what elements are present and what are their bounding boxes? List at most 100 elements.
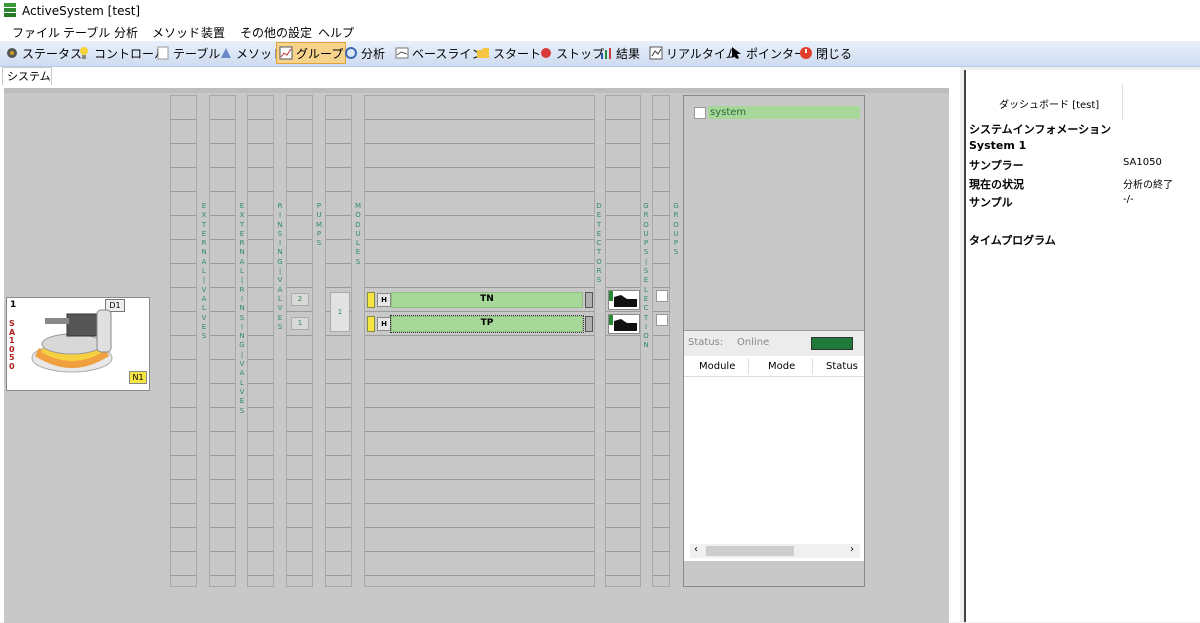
module-tn-end: [585, 292, 593, 308]
dashboard-sample-label: サンプル: [969, 196, 1013, 209]
close-icon: [800, 47, 812, 59]
toolbar-table-button[interactable]: テーブル: [154, 43, 222, 63]
sampler-name-vertical: SA1050: [9, 319, 16, 371]
analysis-icon: [345, 47, 357, 59]
rinsing-valve-1[interactable]: 1: [291, 317, 309, 330]
column-external-valves-b: [209, 95, 236, 587]
toolbar-pointer-button[interactable]: ポインター: [727, 43, 808, 63]
module-table-header-mode[interactable]: Mode: [768, 361, 795, 372]
label-external-valves: E X T E R N A L | V A L V E S: [201, 202, 207, 341]
column-detectors: [605, 95, 641, 587]
module-tp-h[interactable]: H: [377, 317, 391, 331]
menu-method[interactable]: メソッド: [152, 24, 200, 41]
group-tree: [684, 96, 864, 329]
menu-bar: ファイル テーブル 分析 メソッド 装置 その他の設定 ヘルプ: [0, 22, 1200, 41]
menu-device[interactable]: 装置: [201, 24, 225, 41]
lightbulb-icon: [80, 47, 88, 59]
dashboard-panel: ダッシュボード [test] システムインフォメーション System 1 サン…: [964, 70, 1200, 622]
status-icon: [7, 48, 17, 58]
module-tp-end: [585, 316, 593, 332]
label-pumps: P U M P S: [315, 202, 323, 248]
title-bar: ActiveSystem [test]: [0, 0, 1200, 22]
toolbar: ステータス コントロール テーブル メソッド グループ 分析 ベースライン スタ…: [0, 41, 1200, 67]
method-icon: [221, 48, 231, 58]
tab-strip: [0, 67, 960, 85]
toolbar-group-button[interactable]: グループ: [276, 42, 347, 64]
status-indicator: [811, 337, 853, 350]
label-external-rinsing-valves: E X T E R N A L | R I N S I N G | V A L …: [239, 202, 245, 415]
results-icon: [601, 48, 611, 59]
scroll-left-arrow-icon[interactable]: ‹: [694, 544, 698, 555]
toolbar-status-button[interactable]: ステータス: [3, 43, 84, 63]
start-icon: [477, 48, 489, 58]
status-value: Online: [737, 337, 770, 348]
dashboard-time-program: タイムプログラム: [969, 234, 1056, 247]
realtime-icon: [649, 46, 663, 60]
dashboard-sampler-label: サンプラー: [969, 159, 1024, 172]
dashboard-system-name: System 1: [969, 139, 1027, 152]
module-tp-indicator: [367, 316, 375, 332]
group-select-tn-checkbox[interactable]: [656, 290, 668, 302]
dashboard-title: ダッシュボード [test]: [999, 100, 1100, 111]
dashboard-sample-value: -/-: [1123, 194, 1134, 205]
column-external-valves-a: [170, 95, 197, 587]
label-rinsing-valves: R I N S I N G | V A L V E S: [277, 202, 283, 331]
dashboard-state-value: 分析の終了: [1123, 180, 1173, 191]
autosampler-image: [31, 309, 113, 373]
status-bar: Status: Online: [684, 330, 864, 356]
module-table-header-module[interactable]: Module: [699, 361, 735, 372]
toolbar-start-button[interactable]: スタート: [474, 43, 543, 63]
sampler-card[interactable]: 1 D1 SA1050 N1: [6, 297, 150, 391]
label-groups: G R O U P S: [673, 202, 679, 257]
detector-tp-icon[interactable]: [608, 314, 640, 334]
column-groups-selection: [652, 95, 670, 587]
group-select-tp-checkbox[interactable]: [656, 314, 668, 326]
dashboard-sampler-value: SA1050: [1123, 157, 1162, 168]
tree-node-checkbox[interactable]: [694, 107, 706, 119]
window-title: ActiveSystem [test]: [22, 4, 141, 18]
module-tn[interactable]: TN: [391, 292, 583, 308]
toolbar-realtime-button[interactable]: リアルタイム: [647, 43, 740, 63]
module-table: Module Mode Status: [684, 356, 864, 561]
tab-system-1[interactable]: システム1: [2, 67, 52, 100]
module-table-scrollbar[interactable]: ‹ ›: [690, 544, 860, 558]
table-icon: [157, 46, 169, 60]
scroll-right-arrow-icon[interactable]: ›: [850, 544, 854, 555]
column-modules: [364, 95, 595, 587]
column-external-rinsing-valves: [247, 95, 274, 587]
menu-other-settings[interactable]: その他の設定: [240, 24, 312, 41]
app-icon: [4, 3, 16, 17]
status-label: Status:: [688, 337, 724, 348]
module-tn-h[interactable]: H: [377, 293, 391, 307]
pump-1[interactable]: 1: [330, 292, 350, 332]
toolbar-close-button[interactable]: 閉じる: [797, 43, 854, 63]
baseline-icon: [395, 47, 409, 59]
menu-file[interactable]: ファイル: [12, 24, 60, 41]
module-table-header-status[interactable]: Status: [826, 361, 858, 372]
scroll-thumb[interactable]: [706, 546, 794, 556]
dashboard-state-label: 現在の状況: [969, 178, 1024, 191]
pointer-icon: [732, 47, 741, 59]
toolbar-baseline-button[interactable]: ベースライン: [393, 43, 485, 63]
label-groups-selection: G R O U P S | S E L E C T I O N: [643, 202, 649, 350]
sampler-number: 1: [10, 300, 17, 310]
module-tn-indicator: [367, 292, 375, 308]
module-tp[interactable]: TP: [390, 315, 584, 333]
toolbar-stop-button[interactable]: ストップ: [537, 43, 606, 63]
detector-tn-icon[interactable]: [608, 290, 640, 310]
label-detectors: D E T E C T O R S: [596, 202, 602, 285]
canvas-top-strip: [4, 88, 949, 93]
group-icon: [279, 46, 293, 60]
menu-table[interactable]: テーブル: [63, 24, 110, 41]
toolbar-analysis-button[interactable]: 分析: [342, 43, 387, 63]
menu-analysis[interactable]: 分析: [114, 24, 138, 41]
column-pumps: [325, 95, 352, 587]
dashboard-section-title: システムインフォメーション: [969, 123, 1112, 136]
toolbar-results-button[interactable]: 結果: [597, 43, 642, 63]
sampler-badge-n1: N1: [129, 371, 147, 384]
column-rinsing-valves: [286, 95, 313, 587]
tree-node-system[interactable]: system: [708, 106, 860, 119]
menu-help[interactable]: ヘルプ: [318, 24, 354, 41]
stop-icon: [541, 48, 551, 58]
rinsing-valve-2[interactable]: 2: [291, 293, 309, 306]
